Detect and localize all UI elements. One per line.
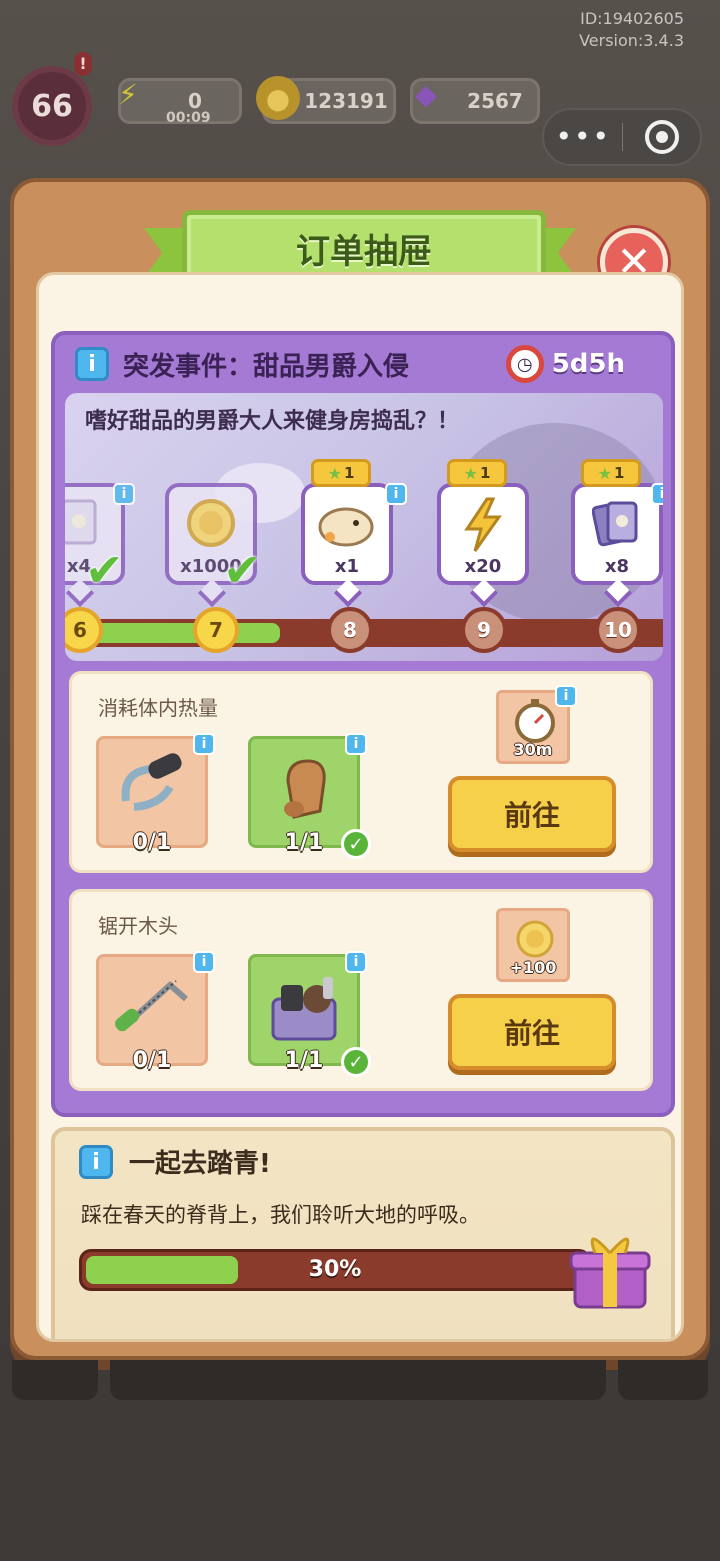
coin-icon — [516, 920, 554, 958]
close-miniprogram-button[interactable] — [623, 120, 700, 154]
spring-progress-bar: 30% — [79, 1249, 591, 1291]
stopwatch-icon — [515, 699, 555, 743]
coin-icon: ● — [256, 76, 300, 120]
gift-box-icon[interactable] — [565, 1223, 655, 1313]
miniprogram-capsule: ••• — [542, 108, 702, 166]
star-icon: ★ — [597, 463, 612, 483]
spring-progress-text: 30% — [308, 1257, 362, 1282]
coin-icon — [187, 499, 235, 547]
requirement-count: 0/1 — [132, 1048, 172, 1073]
requirement-slot[interactable]: 0/1 i — [96, 951, 215, 1073]
star-tag: ★ 1 — [447, 459, 507, 487]
target-icon — [644, 120, 679, 154]
info-icon[interactable]: i — [193, 951, 215, 973]
milestone-node: 7 — [193, 607, 239, 653]
requirement-slot[interactable]: 1/1 i ✓ — [248, 733, 371, 859]
info-icon[interactable]: i — [79, 1145, 113, 1179]
reward-card[interactable]: ★ 1 x1 i — [301, 459, 407, 608]
lightning-icon — [464, 497, 502, 552]
app-info: ID:19402605 Version:3.4.3 — [579, 8, 684, 52]
reward-qty: x1 — [334, 556, 360, 577]
reward-qty: x8 — [604, 556, 630, 577]
clock-icon: ◷ — [505, 345, 544, 383]
star-count: 1 — [343, 464, 355, 482]
card-icon — [65, 499, 97, 545]
star-tag: ★ 1 — [581, 459, 641, 487]
star-count: 1 — [479, 464, 491, 482]
requirement-count: 0/1 — [132, 830, 172, 855]
dialog-content: i 突发事件：甜品男爵入侵 ◷ 5d5h 嗜好甜品的男爵大人来健身房捣乱？！ x… — [36, 272, 684, 1342]
star-icon: ★ — [327, 463, 342, 483]
requirement-slot[interactable]: 0/1 i — [96, 733, 215, 855]
app-version: Version:3.4.3 — [579, 31, 684, 50]
reward-pointer — [333, 578, 363, 608]
background-shelf — [618, 1360, 708, 1400]
event-banner: 嗜好甜品的男爵大人来健身房捣乱？！ x4 i ✔ x1000 ✔ ★ 1 x1 … — [65, 393, 663, 661]
check-icon: ✓ — [341, 829, 371, 859]
requirement-count: 1/1 — [284, 1048, 324, 1073]
event-timer: ◷ 5d5h — [505, 345, 625, 383]
lightning-icon: ⚡ — [118, 77, 138, 111]
requirement-slot[interactable]: 1/1 i ✓ — [248, 951, 371, 1077]
event-description: 嗜好甜品的男爵大人来健身房捣乱？！ — [85, 409, 460, 434]
task-reward[interactable]: 30m i — [496, 685, 577, 764]
info-icon[interactable]: i — [75, 347, 109, 381]
info-icon[interactable]: i — [113, 483, 135, 505]
pet-icon — [318, 507, 374, 547]
milestone-node: 10 — [595, 607, 641, 653]
info-icon[interactable]: i — [651, 483, 663, 505]
event-time-left: 5d5h — [551, 349, 625, 379]
hand-grip-icon — [121, 753, 182, 811]
event-card: i 突发事件：甜品男爵入侵 ◷ 5d5h 嗜好甜品的男爵大人来健身房捣乱？！ x… — [51, 331, 675, 1117]
glove-icon — [284, 759, 326, 819]
star-tag: ★ 1 — [311, 459, 371, 487]
reward-card[interactable]: ★ 1 x20 — [437, 459, 529, 608]
task-card: 锯开木头 0/1 i 1/1 i ✓ +100 前往 — [69, 889, 653, 1091]
info-icon[interactable]: i — [345, 733, 367, 755]
info-icon[interactable]: i — [385, 483, 407, 505]
task-title: 锯开木头 — [98, 914, 178, 938]
event-title: 突发事件：甜品男爵入侵 — [123, 351, 410, 382]
check-icon: ✔ — [85, 543, 124, 597]
energy-timer: 00:09 — [166, 110, 211, 126]
spring-description: 踩在春天的脊背上，我们聆听大地的呼吸。 — [81, 1203, 480, 1227]
spring-title: 一起去踏青! — [129, 1149, 271, 1179]
equipment-pile-icon — [271, 977, 337, 1041]
task-title: 消耗体内热量 — [98, 696, 218, 720]
requirement-count: 1/1 — [284, 830, 324, 855]
star-icon: ★ — [463, 463, 478, 483]
task-reward[interactable]: +100 — [496, 908, 570, 982]
background-shelf — [12, 1360, 98, 1400]
milestone-node: 9 — [461, 607, 507, 653]
info-icon[interactable]: i — [193, 733, 215, 755]
background-shelf — [110, 1360, 606, 1400]
star-count: 1 — [613, 464, 625, 482]
reward-pointer — [197, 578, 227, 608]
reward-card[interactable]: ★1 x8 i — [571, 459, 663, 608]
info-icon[interactable]: i — [345, 951, 367, 973]
info-icon[interactable]: i — [555, 685, 577, 707]
cards-icon — [592, 501, 638, 547]
go-button[interactable]: 前往 — [448, 994, 616, 1070]
check-icon: ✓ — [341, 1047, 371, 1077]
spring-outing-card: i 一起去踏青! 踩在春天的脊背上，我们聆听大地的呼吸。 30% — [51, 1127, 675, 1339]
task-card: 消耗体内热量 0/1 i 1/1 i ✓ 30m i 前往 — [69, 671, 653, 873]
saw-icon — [114, 980, 188, 1032]
alert-icon: ! — [74, 52, 92, 76]
gem-value: 2567 — [467, 89, 523, 113]
reward-qty: x20 — [464, 556, 502, 577]
check-icon: ✔ — [223, 543, 262, 597]
order-drawer-dialog: 订单抽屉 ✕ i 突发事件：甜品男爵入侵 ◷ 5d5h 嗜好甜品的男爵大人来健身… — [10, 178, 710, 1360]
gem-icon: ◆ — [415, 77, 437, 111]
go-button[interactable]: 前往 — [448, 776, 616, 852]
task-reward-text: +100 — [509, 958, 557, 977]
player-level-badge[interactable]: 66 — [12, 66, 92, 146]
dialog-title: 订单抽屉 — [296, 231, 432, 272]
coin-value: 123191 — [304, 89, 388, 113]
more-menu-button[interactable]: ••• — [544, 108, 622, 166]
milestone-node: 8 — [327, 607, 373, 653]
player-id: ID:19402605 — [580, 9, 684, 28]
